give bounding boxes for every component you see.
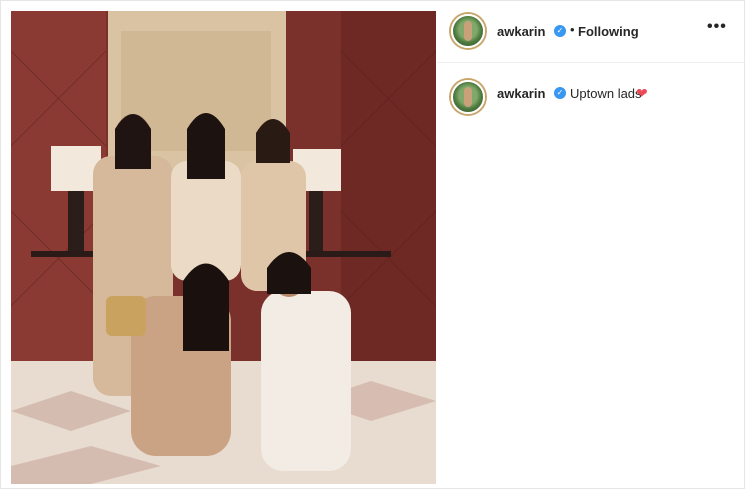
red-heart-icon: ❤ xyxy=(636,85,648,101)
verified-badge-icon: ✓ xyxy=(554,25,566,37)
separator-dot: • xyxy=(570,22,575,37)
instagram-post: awkarin ✓ • Following ••• awkarin ✓ Upto… xyxy=(0,0,745,489)
author-username[interactable]: awkarin xyxy=(497,24,545,39)
post-photo[interactable] xyxy=(11,11,436,484)
caption-username[interactable]: awkarin xyxy=(497,86,545,101)
following-button[interactable]: Following xyxy=(578,24,639,39)
caption-avatar[interactable] xyxy=(451,80,485,114)
post-header: awkarin ✓ • Following ••• xyxy=(437,1,745,63)
caption-verified-badge-icon: ✓ xyxy=(554,87,566,99)
more-options-icon[interactable]: ••• xyxy=(707,18,727,36)
author-avatar[interactable] xyxy=(451,14,485,48)
caption-text: Uptown lads xyxy=(570,86,642,101)
post-sidebar: awkarin ✓ • Following ••• awkarin ✓ Upto… xyxy=(437,1,745,489)
post-photo-illustration xyxy=(11,11,436,484)
